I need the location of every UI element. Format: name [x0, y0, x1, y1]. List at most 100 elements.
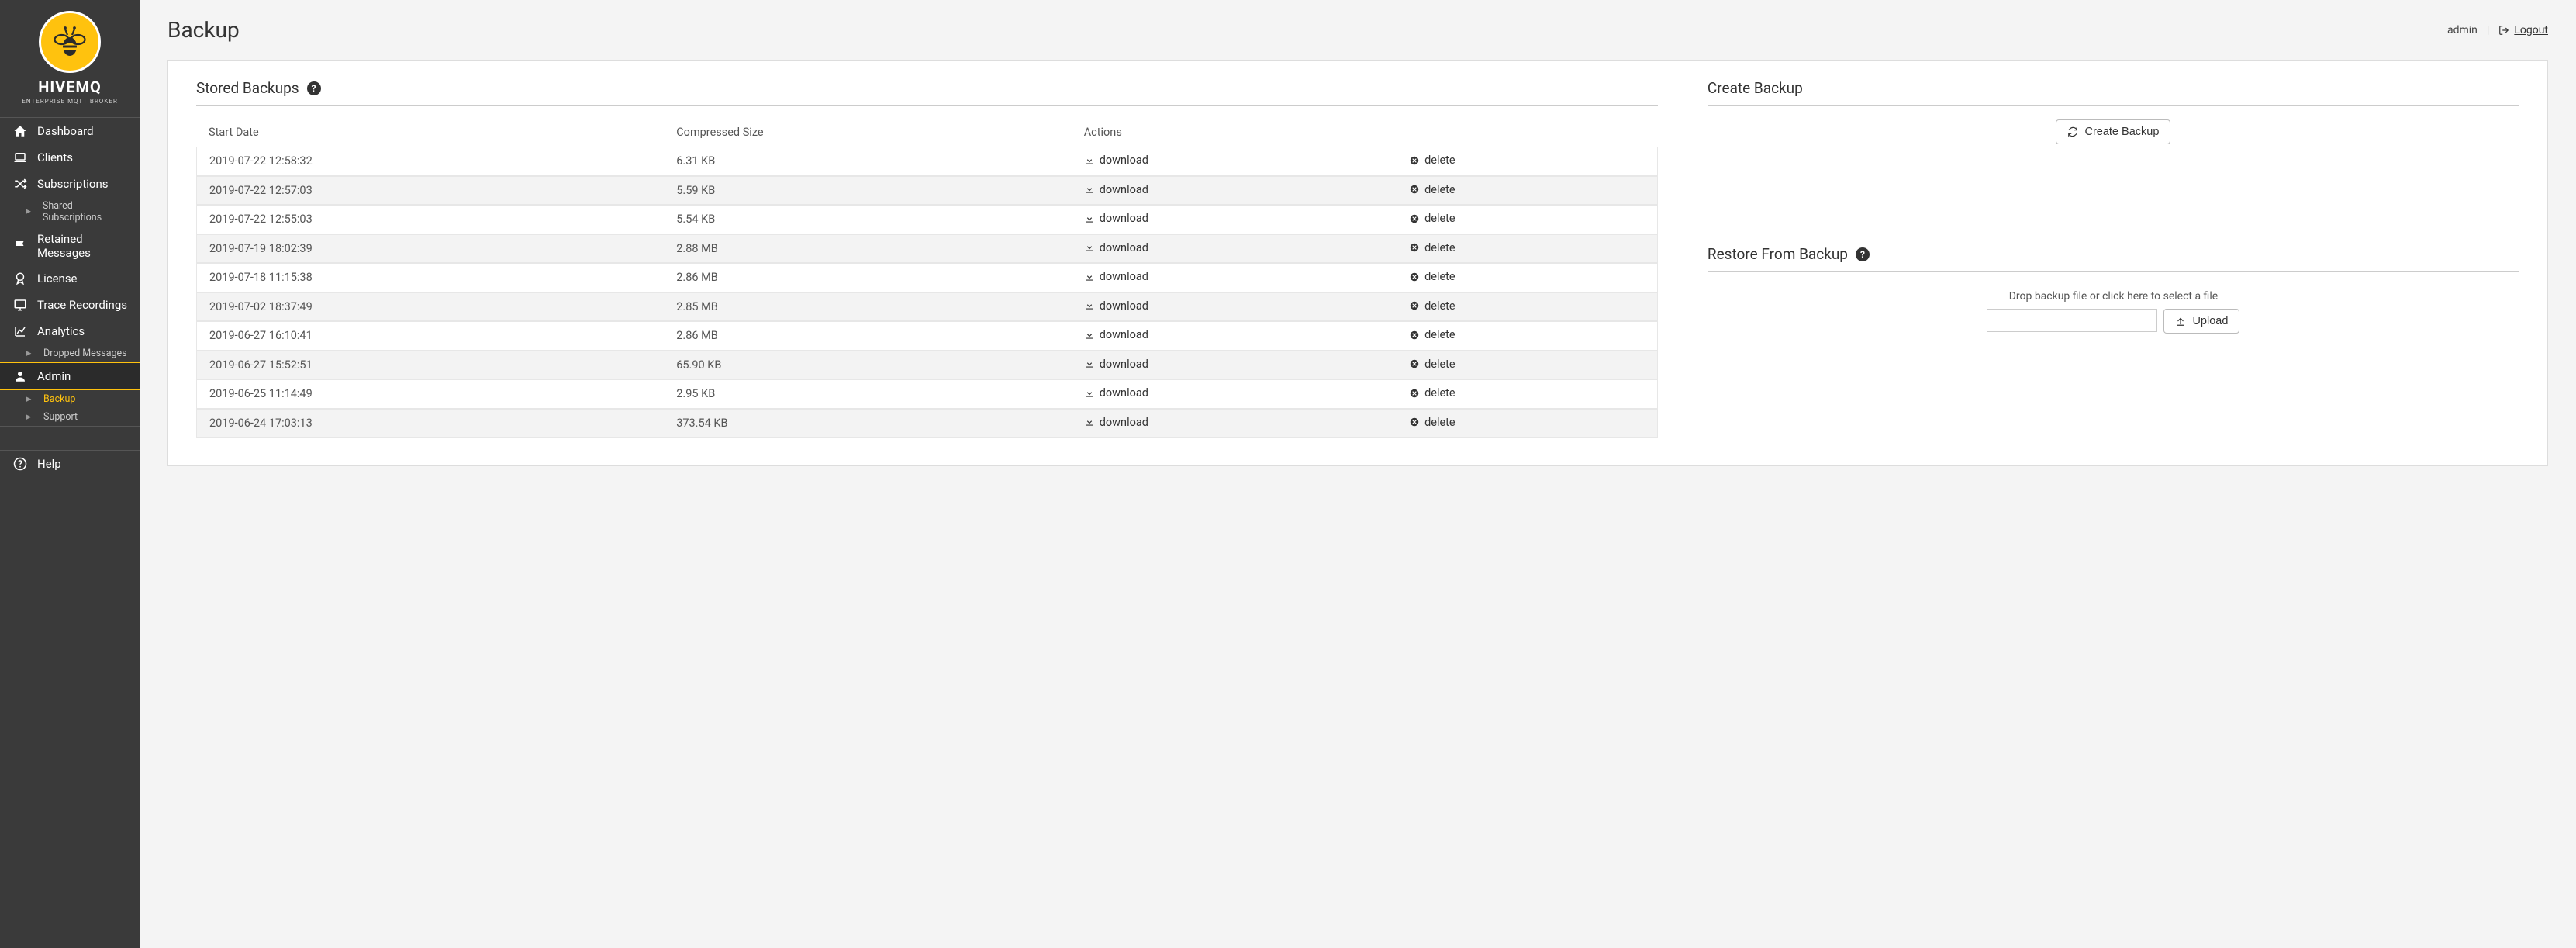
- delete-link[interactable]: delete: [1409, 416, 1455, 429]
- upload-icon: [2175, 316, 2186, 327]
- sidebar-sub-backup[interactable]: ▶ Backup: [0, 390, 140, 408]
- download-icon: [1084, 272, 1095, 282]
- sidebar-item-label: Dashboard: [37, 124, 94, 138]
- delete-link[interactable]: delete: [1409, 183, 1455, 196]
- download-link[interactable]: download: [1084, 328, 1148, 341]
- delete-label: delete: [1424, 299, 1455, 313]
- cell-action-delete: delete: [1397, 234, 1658, 264]
- delete-link[interactable]: delete: [1409, 386, 1455, 400]
- delete-link[interactable]: delete: [1409, 328, 1455, 341]
- create-backup-label: Create Backup: [2084, 126, 2159, 138]
- sidebar-item-retained-messages[interactable]: Retained Messages: [0, 227, 140, 265]
- section-title: Create Backup: [1708, 79, 1803, 97]
- cell-start-date: 2019-06-25 11:14:49: [196, 379, 664, 409]
- delete-link[interactable]: delete: [1409, 358, 1455, 371]
- help-badge-icon[interactable]: ?: [307, 81, 321, 95]
- sidebar-sub-shared-subscriptions[interactable]: ▶ Shared Subscriptions: [0, 197, 140, 227]
- table-row: 2019-07-22 12:55:035.54 KBdownloaddelete: [196, 205, 1658, 234]
- cell-action-download: download: [1072, 292, 1397, 322]
- sidebar-item-label: Clients: [37, 151, 73, 164]
- laptop-icon: [12, 150, 28, 165]
- cell-start-date: 2019-07-02 18:37:49: [196, 292, 664, 322]
- create-backup-button[interactable]: Create Backup: [2056, 119, 2170, 144]
- delete-label: delete: [1424, 241, 1455, 254]
- sidebar-item-label: Admin: [37, 369, 71, 383]
- cell-action-download: download: [1072, 379, 1397, 409]
- backups-table: Start Date Compressed Size Actions 2019-…: [196, 119, 1658, 438]
- upload-button[interactable]: Upload: [2163, 309, 2239, 334]
- delete-icon: [1409, 155, 1420, 166]
- delete-link[interactable]: delete: [1409, 270, 1455, 283]
- sidebar-item-label: License: [37, 272, 78, 285]
- award-icon: [12, 271, 28, 286]
- delete-icon: [1409, 272, 1420, 282]
- cell-compressed-size: 2.85 MB: [664, 292, 1071, 322]
- col-start-date: Start Date: [196, 119, 664, 147]
- stored-backups-section: Stored Backups ? Start Date Compressed S…: [196, 79, 1658, 438]
- delete-icon: [1409, 213, 1420, 224]
- download-link[interactable]: download: [1084, 212, 1148, 225]
- download-link[interactable]: download: [1084, 299, 1148, 313]
- right-column: Create Backup Create Backup Restore From…: [1708, 79, 2519, 438]
- sidebar-item-analytics[interactable]: Analytics: [0, 318, 140, 344]
- download-link[interactable]: download: [1084, 386, 1148, 400]
- sidebar-sub-label: Shared Subscriptions: [43, 200, 127, 223]
- sidebar-sub-label: Dropped Messages: [43, 348, 127, 359]
- cell-start-date: 2019-06-27 15:52:51: [196, 351, 664, 380]
- restore-section: Restore From Backup ? Drop backup file o…: [1708, 245, 2519, 334]
- download-label: download: [1100, 328, 1148, 341]
- caret-right-icon: ▶: [23, 396, 34, 403]
- sidebar-item-clients[interactable]: Clients: [0, 144, 140, 171]
- download-link[interactable]: download: [1084, 358, 1148, 371]
- cell-start-date: 2019-07-22 12:55:03: [196, 205, 664, 234]
- cell-compressed-size: 5.59 KB: [664, 176, 1071, 206]
- download-icon: [1084, 358, 1095, 369]
- logout-link[interactable]: Logout: [2498, 24, 2548, 36]
- table-row: 2019-06-27 15:52:5165.90 KBdownloaddelet…: [196, 351, 1658, 380]
- delete-label: delete: [1424, 416, 1455, 429]
- cell-start-date: 2019-07-22 12:58:32: [196, 147, 664, 176]
- topbar-right: admin | Logout: [2447, 24, 2548, 36]
- cell-compressed-size: 2.95 KB: [664, 379, 1071, 409]
- caret-right-icon: ▶: [23, 208, 33, 216]
- delete-label: delete: [1424, 212, 1455, 225]
- download-link[interactable]: download: [1084, 241, 1148, 254]
- download-icon: [1084, 242, 1095, 253]
- sidebar-item-subscriptions[interactable]: Subscriptions: [0, 171, 140, 197]
- delete-label: delete: [1424, 358, 1455, 371]
- cell-start-date: 2019-07-18 11:15:38: [196, 263, 664, 292]
- table-row: 2019-07-18 11:15:382.86 MBdownloaddelete: [196, 263, 1658, 292]
- download-link[interactable]: download: [1084, 270, 1148, 283]
- restore-title-row: Restore From Backup ?: [1708, 245, 2519, 272]
- brand-tagline: ENTERPRISE MQTT BROKER: [22, 98, 118, 105]
- delete-link[interactable]: delete: [1409, 212, 1455, 225]
- table-row: 2019-07-22 12:58:326.31 KBdownloaddelete: [196, 147, 1658, 176]
- download-link[interactable]: download: [1084, 416, 1148, 429]
- delete-link[interactable]: delete: [1409, 241, 1455, 254]
- divider: |: [2487, 24, 2489, 36]
- sidebar-item-dashboard[interactable]: Dashboard: [0, 118, 140, 144]
- cell-action-delete: delete: [1397, 147, 1658, 176]
- download-link[interactable]: download: [1084, 183, 1148, 196]
- file-drop-input[interactable]: [1987, 309, 2157, 332]
- delete-link[interactable]: delete: [1409, 154, 1455, 167]
- flag-icon: [12, 238, 28, 254]
- sidebar-sub-dropped-messages[interactable]: ▶ Dropped Messages: [0, 344, 140, 362]
- sidebar-item-help[interactable]: Help: [0, 451, 140, 477]
- sidebar-item-license[interactable]: License: [0, 265, 140, 292]
- download-link[interactable]: download: [1084, 154, 1148, 167]
- table-row: 2019-06-27 16:10:412.86 MBdownloaddelete: [196, 321, 1658, 351]
- help-badge-icon[interactable]: ?: [1856, 247, 1870, 261]
- caret-right-icon: ▶: [23, 350, 34, 358]
- sidebar-item-admin[interactable]: Admin: [0, 362, 140, 390]
- sidebar-item-trace-recordings[interactable]: Trace Recordings: [0, 292, 140, 318]
- delete-label: delete: [1424, 328, 1455, 341]
- col-actions: Actions: [1072, 119, 1658, 147]
- user-icon: [12, 368, 28, 384]
- cell-action-download: download: [1072, 321, 1397, 351]
- delete-link[interactable]: delete: [1409, 299, 1455, 313]
- download-icon: [1084, 155, 1095, 166]
- delete-icon: [1409, 388, 1420, 399]
- sidebar-sub-support[interactable]: ▶ Support: [0, 408, 140, 426]
- download-icon: [1084, 330, 1095, 341]
